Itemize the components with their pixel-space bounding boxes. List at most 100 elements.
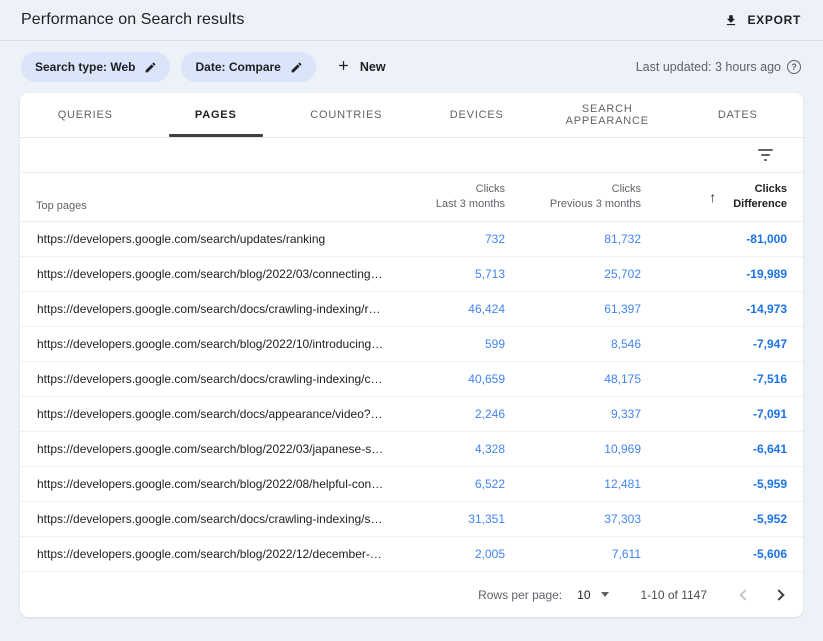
clicks-diff-line1: Clicks [733, 182, 787, 197]
clicks-difference-value: -6,641 [641, 442, 787, 456]
tab-pages[interactable]: PAGES [151, 93, 282, 137]
clicks-last-value: 4,328 [385, 442, 505, 456]
export-button[interactable]: EXPORT [724, 13, 801, 28]
clicks-difference-value: -5,952 [641, 512, 787, 526]
new-filter-button[interactable]: New [336, 58, 386, 76]
clicks-last-line2: Last 3 months [385, 197, 505, 212]
clicks-last-value: 2,005 [385, 547, 505, 561]
column-header-clicks-last[interactable]: Clicks Last 3 months [385, 182, 505, 212]
performance-table-card: QUERIES PAGES COUNTRIES DEVICES SEARCH A… [20, 93, 803, 617]
clicks-difference-value: -7,947 [641, 337, 787, 351]
page-url: https://developers.google.com/search/blo… [36, 547, 385, 561]
tab-devices[interactable]: DEVICES [412, 93, 543, 137]
download-icon [724, 13, 738, 28]
filter-list-icon[interactable] [754, 145, 777, 165]
clicks-last-value: 46,424 [385, 302, 505, 316]
clicks-difference-lines: Clicks Difference [733, 182, 787, 212]
table-row[interactable]: https://developers.google.com/search/blo… [20, 257, 803, 292]
clicks-last-value: 732 [385, 232, 505, 246]
clicks-prev-line1: Clicks [505, 182, 641, 197]
page-url: https://developers.google.com/search/doc… [36, 302, 385, 316]
sort-ascending-icon[interactable]: ↑ [709, 189, 716, 205]
table-row[interactable]: https://developers.google.com/search/blo… [20, 432, 803, 467]
table-row[interactable]: https://developers.google.com/search/doc… [20, 502, 803, 537]
clicks-difference-value: -14,973 [641, 302, 787, 316]
table-row[interactable]: https://developers.google.com/search/blo… [20, 537, 803, 572]
page-url: https://developers.google.com/search/blo… [36, 267, 385, 281]
clicks-prev-line2: Previous 3 months [505, 197, 641, 212]
clicks-prev-value: 61,397 [505, 302, 641, 316]
clicks-difference-value: -7,516 [641, 372, 787, 386]
export-button-label: EXPORT [747, 13, 801, 27]
tab-queries[interactable]: QUERIES [20, 93, 151, 137]
page-url: https://developers.google.com/search/doc… [36, 407, 385, 421]
table-row[interactable]: https://developers.google.com/search/blo… [20, 467, 803, 502]
edit-icon [144, 61, 157, 74]
chevron-right-icon[interactable] [773, 589, 784, 600]
table-row[interactable]: https://developers.google.com/search/doc… [20, 397, 803, 432]
table-row[interactable]: https://developers.google.com/search/upd… [20, 222, 803, 257]
date-compare-chip[interactable]: Date: Compare [181, 52, 315, 82]
tab-dates[interactable]: DATES [673, 93, 804, 137]
table-row[interactable]: https://developers.google.com/search/doc… [20, 362, 803, 397]
column-header-clicks-difference[interactable]: ↑ Clicks Difference [641, 182, 787, 212]
search-type-chip[interactable]: Search type: Web [21, 52, 170, 82]
table-row[interactable]: https://developers.google.com/search/doc… [20, 292, 803, 327]
clicks-difference-value: -5,959 [641, 477, 787, 491]
dropdown-arrow-icon [601, 592, 609, 597]
edit-icon [290, 61, 303, 74]
clicks-last-value: 2,246 [385, 407, 505, 421]
table-row[interactable]: https://developers.google.com/search/blo… [20, 327, 803, 362]
tab-devices-label: DEVICES [450, 109, 504, 121]
tab-search-appearance[interactable]: SEARCH APPEARANCE [542, 93, 673, 137]
clicks-prev-value: 7,611 [505, 547, 641, 561]
clicks-last-value: 599 [385, 337, 505, 351]
pagination-bar: Rows per page: 10 1-10 of 1147 [20, 572, 803, 617]
rows-per-page-select[interactable]: 10 [577, 588, 608, 602]
tab-pages-label: PAGES [195, 109, 237, 121]
new-filter-label: New [360, 60, 386, 74]
clicks-difference-value: -81,000 [641, 232, 787, 246]
page-url: https://developers.google.com/search/blo… [36, 442, 385, 456]
clicks-prev-value: 12,481 [505, 477, 641, 491]
plus-icon [336, 58, 351, 76]
clicks-prev-value: 25,702 [505, 267, 641, 281]
last-updated-text: Last updated: 3 hours ago [636, 60, 781, 74]
last-updated: Last updated: 3 hours ago ? [636, 60, 801, 74]
column-header-top-pages[interactable]: Top pages [36, 200, 385, 221]
tab-countries-label: COUNTRIES [310, 109, 382, 121]
rows-per-page-value: 10 [577, 588, 590, 602]
date-compare-chip-label: Date: Compare [195, 60, 280, 74]
clicks-last-line1: Clicks [385, 182, 505, 197]
clicks-prev-value: 10,969 [505, 442, 641, 456]
chevron-left-icon[interactable] [739, 589, 750, 600]
clicks-difference-value: -5,606 [641, 547, 787, 561]
clicks-prev-value: 37,303 [505, 512, 641, 526]
clicks-last-value: 31,351 [385, 512, 505, 526]
top-app-bar: Performance on Search results EXPORT [0, 0, 823, 41]
page-url: https://developers.google.com/search/upd… [36, 232, 385, 246]
page-url: https://developers.google.com/search/blo… [36, 337, 385, 351]
clicks-prev-value: 9,337 [505, 407, 641, 421]
page-url: https://developers.google.com/search/blo… [36, 477, 385, 491]
dimension-tabs: QUERIES PAGES COUNTRIES DEVICES SEARCH A… [20, 93, 803, 138]
table-toolbar [20, 138, 803, 173]
column-header-clicks-previous[interactable]: Clicks Previous 3 months [505, 182, 641, 212]
clicks-prev-value: 8,546 [505, 337, 641, 351]
rows-per-page-label: Rows per page: [478, 588, 562, 602]
tab-countries[interactable]: COUNTRIES [281, 93, 412, 137]
clicks-prev-value: 81,732 [505, 232, 641, 246]
tab-search-appearance-label: SEARCH APPEARANCE [542, 103, 673, 127]
pagination-range: 1-10 of 1147 [641, 588, 708, 602]
filter-bar: Search type: Web Date: Compare New Last … [0, 41, 823, 93]
clicks-difference-value: -7,091 [641, 407, 787, 421]
tab-dates-label: DATES [718, 109, 758, 121]
page-url: https://developers.google.com/search/doc… [36, 372, 385, 386]
help-icon[interactable]: ? [787, 60, 801, 74]
clicks-last-value: 6,522 [385, 477, 505, 491]
table-header-row: Top pages Clicks Last 3 months Clicks Pr… [20, 173, 803, 222]
clicks-prev-value: 48,175 [505, 372, 641, 386]
clicks-last-value: 40,659 [385, 372, 505, 386]
table-body: https://developers.google.com/search/upd… [20, 222, 803, 572]
clicks-diff-line2: Difference [733, 197, 787, 212]
